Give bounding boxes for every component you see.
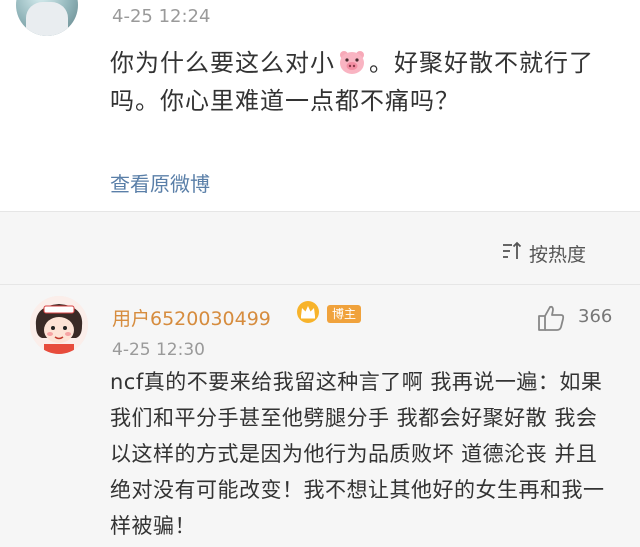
post-time: 4-25 12:24	[112, 6, 211, 27]
author-avatar[interactable]	[16, 0, 78, 36]
vip-crown-icon	[296, 300, 320, 328]
commenter-username[interactable]: 用户6520030499	[112, 304, 271, 331]
sort-icon	[501, 241, 523, 266]
like-count: 366	[578, 306, 613, 327]
weibo-post: 4-25 12:24 你为什么要这么对小 。好聚好散不就行了吗。你心里难道一点都…	[0, 0, 640, 211]
author-badge: 博主	[327, 305, 362, 323]
view-original-link[interactable]: 查看原微博	[110, 168, 210, 197]
comments-divider	[0, 284, 640, 285]
comment-text: ncf真的不要来给我留这种言了啊 我再说一遍：如果我们和平分手甚至他劈腿分手 我…	[110, 370, 605, 538]
pig-face-icon	[337, 48, 367, 74]
sort-by-hot-button[interactable]: 按热度	[501, 240, 586, 267]
sort-label: 按热度	[528, 244, 586, 266]
comments-section: 按热度 用户6520030499 博主 366 4-25 12:30 ncf真的…	[0, 212, 640, 547]
thumbs-up-icon	[538, 305, 565, 331]
like-button[interactable]	[536, 304, 566, 336]
post-text-part-1: 你为什么要这么对小	[110, 49, 335, 77]
post-text: 你为什么要这么对小 。好聚好散不就行了吗。你心里难道一点都不痛吗？	[110, 44, 610, 120]
commenter-avatar[interactable]	[30, 296, 88, 354]
comment-time: 4-25 12:30	[112, 340, 205, 360]
